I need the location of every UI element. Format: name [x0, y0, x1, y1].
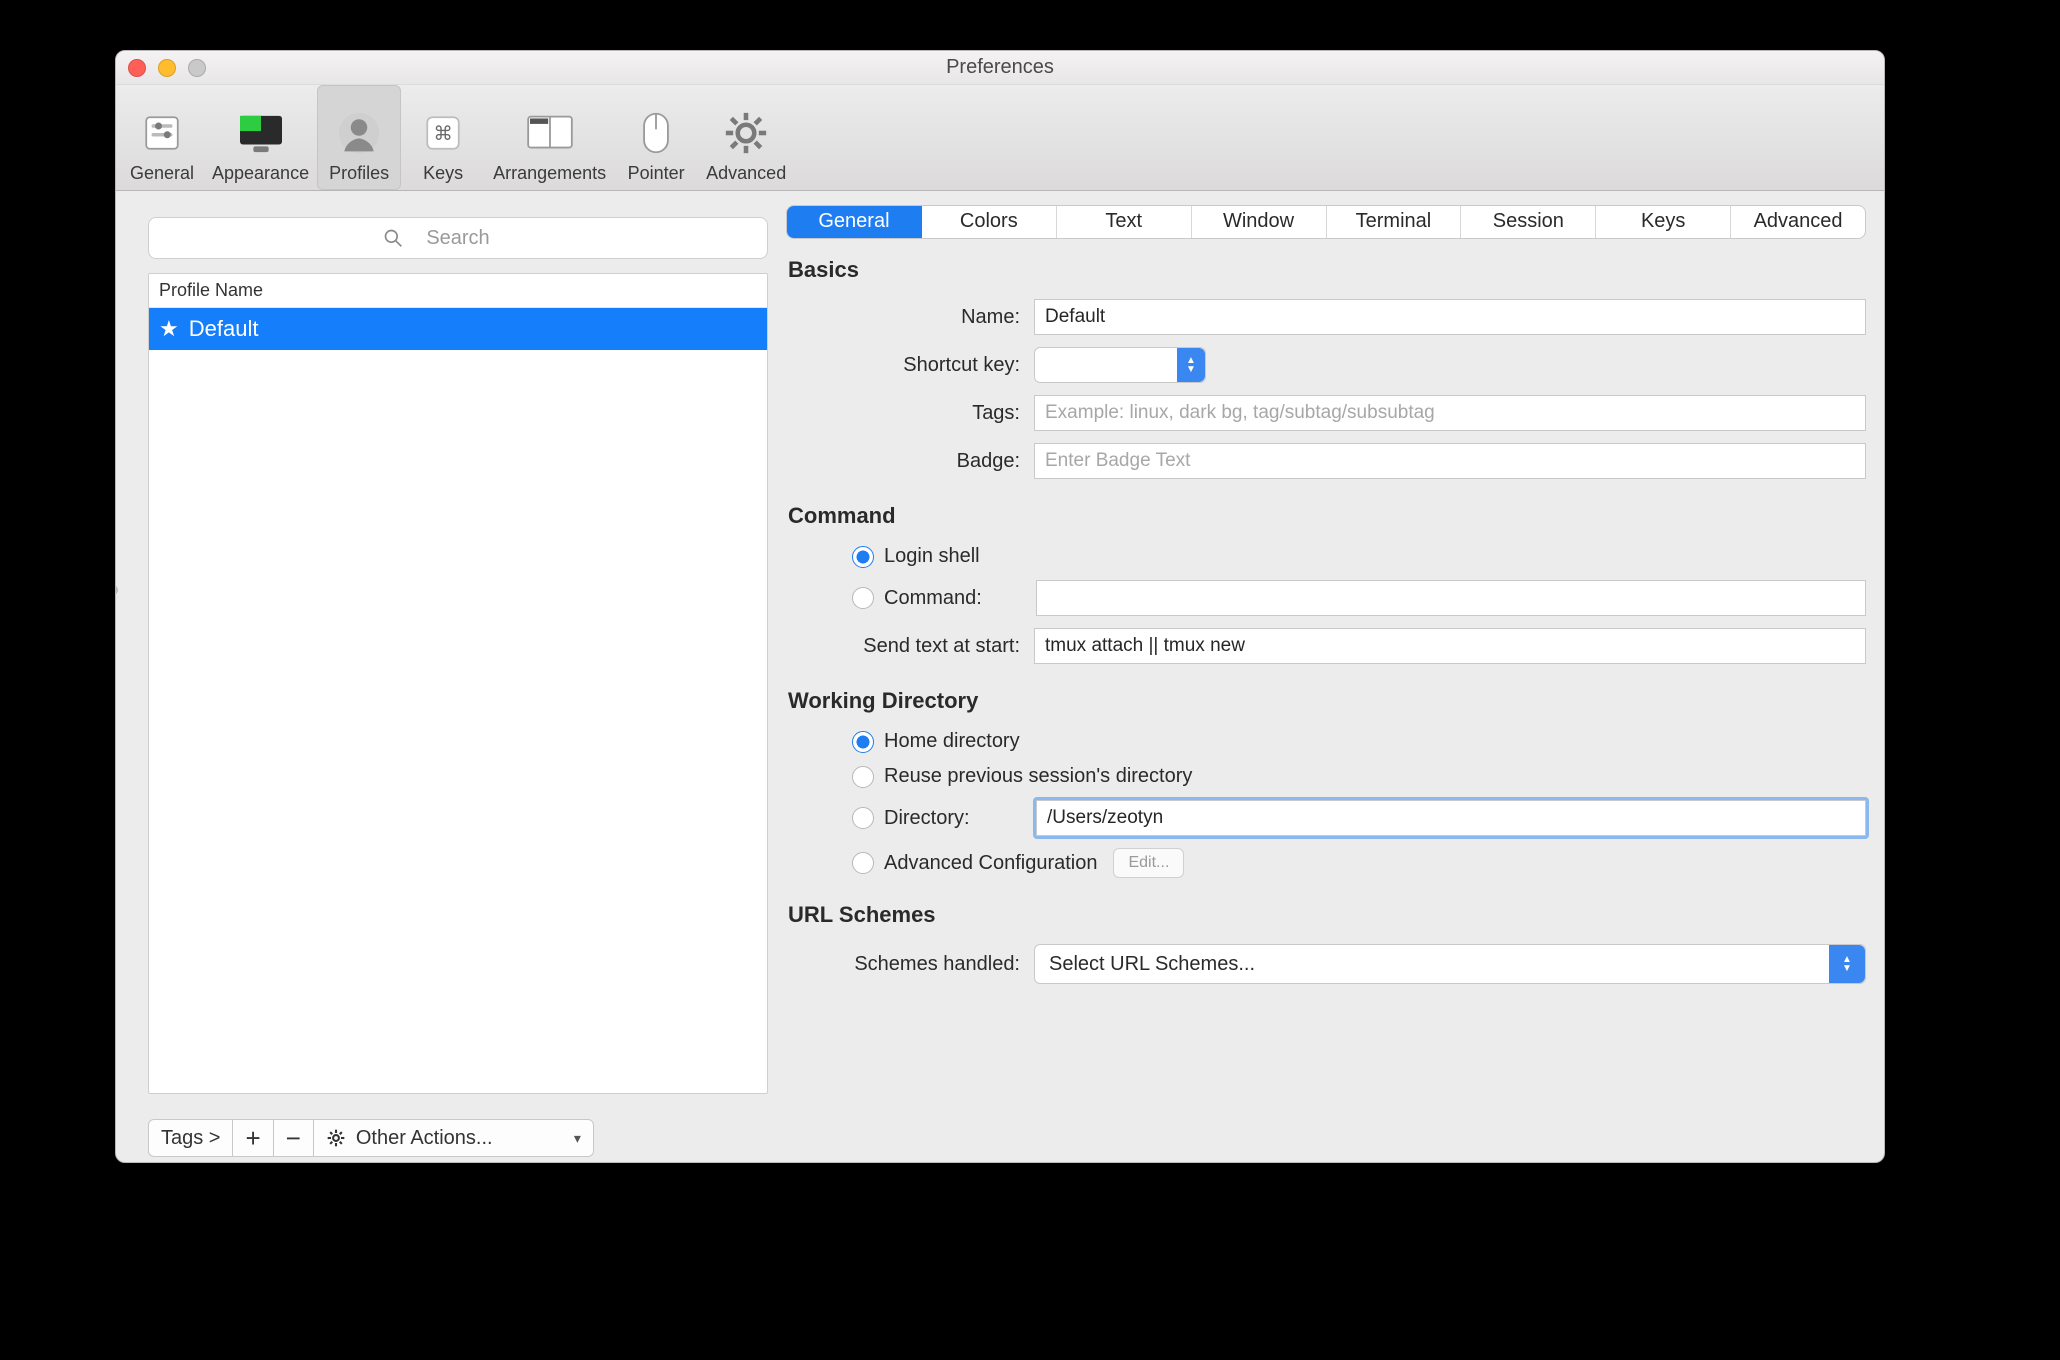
toolbar-arrangements[interactable]: Arrangements [485, 85, 614, 190]
subtab-general[interactable]: General [787, 206, 922, 238]
settings-slider-icon [138, 109, 186, 157]
minimize-window-button[interactable] [158, 59, 176, 77]
profile-subtabs: General Colors Text Window Terminal Sess… [786, 205, 1866, 239]
advanced-config-label: Advanced Configuration [884, 852, 1097, 875]
chevron-down-icon: ▾ [574, 1130, 581, 1147]
directory-input[interactable] [1036, 800, 1866, 836]
toolbar-label: Appearance [212, 163, 309, 184]
toolbar-label: Arrangements [493, 163, 606, 184]
toolbar-label: Profiles [329, 163, 389, 184]
stepper-arrows-icon: ▲▼ [1177, 348, 1205, 382]
home-dir-radio[interactable]: Home directory [852, 730, 1020, 753]
radio-checked-icon [852, 546, 874, 568]
subtab-keys[interactable]: Keys [1596, 206, 1731, 238]
subtab-advanced[interactable]: Advanced [1731, 206, 1865, 238]
tags-label: Tags: [786, 402, 1034, 425]
radio-unchecked-icon [852, 587, 874, 609]
badge-input[interactable] [1034, 443, 1866, 479]
main-toolbar: General Appearance Profiles ⌘ Keys Arran… [116, 85, 1884, 191]
profile-actions-bar: Tags > + − Other Actions... ▾ [148, 1114, 768, 1162]
toolbar-advanced[interactable]: Advanced [698, 85, 794, 190]
profile-list: Profile Name ★ Default [148, 273, 768, 1094]
search-input[interactable] [148, 217, 768, 259]
subtab-window[interactable]: Window [1192, 206, 1327, 238]
section-wd-title: Working Directory [788, 688, 1866, 714]
zoom-window-button[interactable] [188, 59, 206, 77]
preferences-window: Preferences General Appearance Profiles … [115, 50, 1885, 1163]
command-key-icon: ⌘ [419, 109, 467, 157]
close-window-button[interactable] [128, 59, 146, 77]
subtab-colors[interactable]: Colors [922, 206, 1057, 238]
tags-input[interactable] [1034, 395, 1866, 431]
window-controls [128, 59, 206, 77]
profile-list-header: Profile Name [149, 274, 767, 308]
other-actions-label: Other Actions... [356, 1127, 493, 1150]
section-url-title: URL Schemes [788, 902, 1866, 928]
edit-button[interactable]: Edit... [1113, 848, 1184, 878]
remove-profile-button[interactable]: − [274, 1119, 314, 1157]
radio-unchecked-icon [852, 766, 874, 788]
tags-button[interactable]: Tags > [148, 1119, 233, 1157]
profile-name: Default [189, 316, 259, 342]
command-input[interactable] [1036, 580, 1866, 616]
mouse-icon [632, 109, 680, 157]
subtab-text[interactable]: Text [1057, 206, 1192, 238]
login-shell-label: Login shell [884, 545, 980, 568]
section-basics-title: Basics [788, 257, 1866, 283]
radio-checked-icon [852, 731, 874, 753]
profiles-sidebar: Profile Name ★ Default Tags > + − Other … [148, 205, 768, 1162]
toolbar-label: Advanced [706, 163, 786, 184]
shortcut-label: Shortcut key: [786, 354, 1034, 377]
titlebar: Preferences [116, 51, 1884, 85]
other-actions-menu[interactable]: Other Actions... ▾ [314, 1119, 594, 1157]
command-radio-label: Command: [884, 587, 982, 610]
schemes-label: Schemes handled: [786, 953, 1034, 976]
appearance-monitor-icon [237, 109, 285, 157]
toolbar-label: Keys [423, 163, 463, 184]
subtab-session[interactable]: Session [1461, 206, 1596, 238]
home-dir-label: Home directory [884, 730, 1020, 753]
command-radio[interactable]: Command: [852, 587, 1036, 610]
gear-icon [326, 1128, 346, 1148]
profile-settings-pane: General Colors Text Window Terminal Sess… [786, 205, 1870, 1162]
toolbar-pointer[interactable]: Pointer [614, 85, 698, 190]
panes-icon [526, 109, 574, 157]
reuse-dir-radio[interactable]: Reuse previous session's directory [852, 765, 1192, 788]
reuse-dir-label: Reuse previous session's directory [884, 765, 1192, 788]
toolbar-profiles[interactable]: Profiles [317, 85, 401, 190]
subtab-terminal[interactable]: Terminal [1327, 206, 1462, 238]
radio-unchecked-icon [852, 852, 874, 874]
directory-radio-label: Directory: [884, 807, 970, 830]
window-title: Preferences [116, 56, 1884, 79]
name-label: Name: [786, 306, 1034, 329]
section-command-title: Command [788, 503, 1866, 529]
badge-label: Badge: [786, 450, 1034, 473]
stepper-arrows-icon: ▲▼ [1829, 945, 1865, 983]
add-profile-button[interactable]: + [233, 1119, 273, 1157]
schemes-value: Select URL Schemes... [1049, 953, 1255, 976]
svg-text:⌘: ⌘ [433, 124, 452, 145]
gear-icon [722, 109, 770, 157]
toolbar-keys[interactable]: ⌘ Keys [401, 85, 485, 190]
radio-unchecked-icon [852, 807, 874, 829]
send-text-label: Send text at start: [786, 635, 1034, 658]
toolbar-general[interactable]: General [120, 85, 204, 190]
shortcut-popup[interactable]: ▲▼ [1034, 347, 1206, 383]
send-text-input[interactable] [1034, 628, 1866, 664]
split-resizer-handle[interactable] [115, 585, 118, 595]
toolbar-label: Pointer [628, 163, 685, 184]
advanced-config-radio[interactable]: Advanced Configuration [852, 852, 1097, 875]
login-shell-radio[interactable]: Login shell [852, 545, 980, 568]
directory-radio[interactable]: Directory: [852, 807, 1036, 830]
toolbar-label: General [130, 163, 194, 184]
profile-silhouette-icon [335, 109, 383, 157]
star-icon: ★ [159, 316, 179, 342]
toolbar-appearance[interactable]: Appearance [204, 85, 317, 190]
schemes-select[interactable]: Select URL Schemes... ▲▼ [1034, 944, 1866, 984]
name-input[interactable] [1034, 299, 1866, 335]
profile-row-default[interactable]: ★ Default [149, 308, 767, 350]
